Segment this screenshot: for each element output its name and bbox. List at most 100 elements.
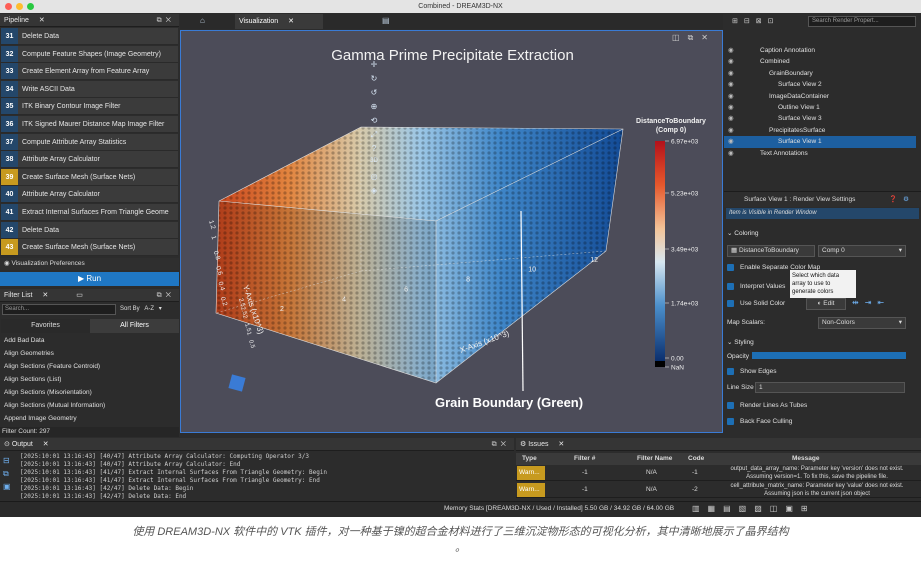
eye-icon[interactable]: ◉ — [728, 68, 734, 79]
rotate-tool-icon[interactable]: ↻ — [367, 74, 381, 86]
edit-colormap-button[interactable]: ◐ Edit — [806, 298, 846, 310]
pipeline-item[interactable]: 32 Compute Feature Shapes (Image Geometry… — [1, 45, 178, 63]
filter-list-item[interactable]: Append Image Geometry — [1, 412, 171, 422]
roll-tool-icon[interactable]: ↺ — [367, 88, 381, 100]
checkbox-checked[interactable] — [727, 418, 734, 425]
render-tree-item[interactable]: ◉ GrainBoundary — [724, 68, 916, 79]
reset-camera-icon[interactable]: ⟲ — [367, 116, 381, 128]
minimize-window-button[interactable] — [16, 3, 23, 10]
render-tree-item[interactable]: ◉ Surface View 1 — [724, 136, 916, 148]
filter-list-item[interactable]: Align Sections (List) — [1, 373, 171, 386]
eye-icon[interactable]: ◉ — [728, 148, 734, 159]
run-button[interactable]: ▶ Run — [0, 272, 179, 286]
eye-icon[interactable]: ◉ — [728, 79, 734, 90]
checkbox-checked[interactable] — [727, 402, 734, 409]
select-tool-icon[interactable]: ◎ — [367, 172, 381, 184]
status-bar-icons[interactable]: ▥▦▤▧▨◫▣⊞ — [692, 504, 816, 513]
pipeline-item[interactable]: 42 Delete Data — [1, 221, 178, 239]
pipeline-item[interactable]: 33 Create Element Array from Feature Arra… — [1, 63, 178, 81]
x-tick-label: 4 — [342, 296, 346, 303]
eye-icon[interactable]: ◉ — [728, 125, 734, 136]
pipeline-item[interactable]: 35 ITK Binary Contour Image Filter — [1, 98, 178, 116]
pipeline-item[interactable]: 43 Create Surface Mesh (Surface Nets) — [1, 239, 178, 257]
axis-align-icon[interactable]: ⤢ — [367, 130, 381, 142]
pipeline-item[interactable]: 38 Attribute Array Calculator — [1, 151, 178, 169]
output-close-tab-icon[interactable]: ✕ — [43, 441, 49, 448]
render-tree-tool-icons[interactable]: ⊞⊟⊠⊡ — [732, 17, 779, 25]
colormap-range-icons[interactable]: ⇹⇥⇤ — [852, 298, 890, 307]
filter-search-input[interactable]: Search... — [2, 304, 116, 315]
zoom-window-button[interactable] — [27, 3, 34, 10]
pipeline-item[interactable]: 37 Compute Attribute Array Statistics — [1, 133, 178, 151]
close-icon[interactable]: ✕ — [288, 18, 294, 25]
interpret-values-row[interactable]: Interpret Values — [727, 283, 785, 290]
line-size-input[interactable]: 1 — [755, 382, 905, 393]
show-edges-row[interactable]: Show Edges — [727, 368, 777, 375]
render-tree-item[interactable]: ◉ Caption Annotation — [724, 45, 916, 56]
pipeline-item[interactable]: 39 Create Surface Mesh (Surface Nets) — [1, 168, 178, 186]
color-array-select[interactable]: ▦ DistanceToBoundary — [727, 245, 815, 257]
output-panel-controls[interactable]: ⧉✕ — [492, 438, 510, 451]
document-tab-icon[interactable]: ▤ — [382, 16, 390, 25]
back-face-row[interactable]: Back Face Culling — [727, 418, 792, 425]
sort-by-select[interactable]: Sort By A-Z ▾ — [120, 304, 178, 315]
render-tree-item[interactable]: ◉ Surface View 2 — [724, 79, 916, 90]
eye-icon[interactable]: ◉ — [728, 56, 734, 67]
filter-list-item[interactable]: Align Sections (Feature Centroid) — [1, 360, 171, 373]
map-scalars-select[interactable]: Non-Colors ▾ — [818, 317, 906, 329]
issues-close-tab-icon[interactable]: ✕ — [558, 441, 564, 448]
issue-row[interactable]: Warn... -1 N/A -2 cell_attribute_matrix_name… — [516, 482, 921, 498]
eye-icon[interactable]: ◉ — [728, 136, 734, 147]
opacity-slider[interactable] — [752, 352, 906, 359]
issue-row[interactable]: Warn... -1 N/A -1 output_data_array_name: Pa… — [516, 465, 921, 481]
coloring-section[interactable]: ⌄ Coloring — [727, 229, 758, 237]
render-tree-item[interactable]: ◉ ImageDataContainer — [724, 91, 916, 102]
eye-icon[interactable]: ◉ — [728, 102, 734, 113]
3d-view-icon[interactable]: 3D — [367, 158, 381, 170]
query-tool-icon[interactable]: ? — [367, 144, 381, 156]
filter-list-panel-controls[interactable]: ⧉✕ — [157, 289, 175, 302]
pan-tool-icon[interactable]: ✛ — [367, 60, 381, 72]
eye-icon[interactable]: ◉ — [728, 113, 734, 124]
viewport-window-controls[interactable]: ◫⧉✕ — [672, 33, 716, 43]
render-lines-row[interactable]: Render Lines As Tubes — [727, 402, 807, 409]
eye-icon[interactable]: ◉ — [728, 91, 734, 102]
tab-visualization[interactable]: Visualization ✕ — [235, 14, 323, 29]
help-gear-icons[interactable]: ❓⚙ — [889, 192, 915, 208]
render-tree-item[interactable]: ◉ Combined — [724, 56, 916, 67]
render-viewport[interactable]: X-Axis (x10^3) Y-Axis (x10^3) 6.97e+03 5.… — [180, 30, 723, 433]
checkbox-checked[interactable] — [727, 368, 734, 375]
filter-list-close-tab-icon[interactable]: ✕ — [42, 292, 48, 299]
pipeline-close-tab-icon[interactable]: ✕ — [39, 17, 45, 24]
render-properties-search[interactable]: Search Render Propert... — [808, 16, 916, 27]
render-tree-item[interactable]: ◉ PrecipitatesSurface — [724, 125, 916, 136]
close-window-button[interactable] — [5, 3, 12, 10]
visualization-preferences-row[interactable]: ◉ Visualization Preferences — [0, 258, 179, 270]
ruler-tool-icon[interactable]: ◈ — [367, 186, 381, 198]
checkbox-checked[interactable] — [727, 264, 734, 271]
render-tree-item[interactable]: ◉ Text Annotations — [724, 148, 916, 159]
pipeline-item[interactable]: 34 Write ASCII Data — [1, 80, 178, 98]
tab-favorites[interactable]: Favorites — [1, 319, 90, 333]
eye-icon[interactable]: ◉ — [728, 45, 734, 56]
component-select[interactable]: Comp 0 ▾ — [818, 245, 906, 257]
pipeline-panel-controls[interactable]: ⧉✕ — [157, 14, 175, 27]
filter-list-item[interactable]: Add Bad Data — [1, 334, 171, 347]
render-tree-item[interactable]: ◉ Surface View 3 — [724, 113, 916, 124]
zoom-tool-icon[interactable]: ⊕ — [367, 102, 381, 114]
checkbox-checked[interactable] — [727, 300, 734, 307]
use-solid-color-row[interactable]: Use Solid Color — [727, 300, 785, 307]
pipeline-item[interactable]: 40 Attribute Array Calculator — [1, 186, 178, 204]
filter-list-item[interactable]: Align Sections (Mutual Information) — [1, 399, 171, 412]
checkbox-checked[interactable] — [727, 283, 734, 290]
pipeline-item[interactable]: 31 Delete Data — [1, 28, 178, 45]
tab-all-filters[interactable]: All Filters — [90, 319, 179, 333]
home-tab-icon[interactable]: ⌂ — [200, 16, 205, 25]
filter-list-item[interactable]: Align Geometries — [1, 347, 171, 360]
styling-section[interactable]: ⌄ Styling — [727, 338, 754, 346]
pipeline-item[interactable]: 41 Extract Internal Surfaces From Triangl… — [1, 204, 178, 221]
render-tree-item[interactable]: ◉ Outline View 1 — [724, 102, 916, 113]
bookmark-icon[interactable]: ▭ — [76, 292, 83, 299]
pipeline-item[interactable]: 36 ITK Signed Maurer Distance Map Image F… — [1, 116, 178, 133]
filter-list-item[interactable]: Align Sections (Misorientation) — [1, 386, 171, 399]
